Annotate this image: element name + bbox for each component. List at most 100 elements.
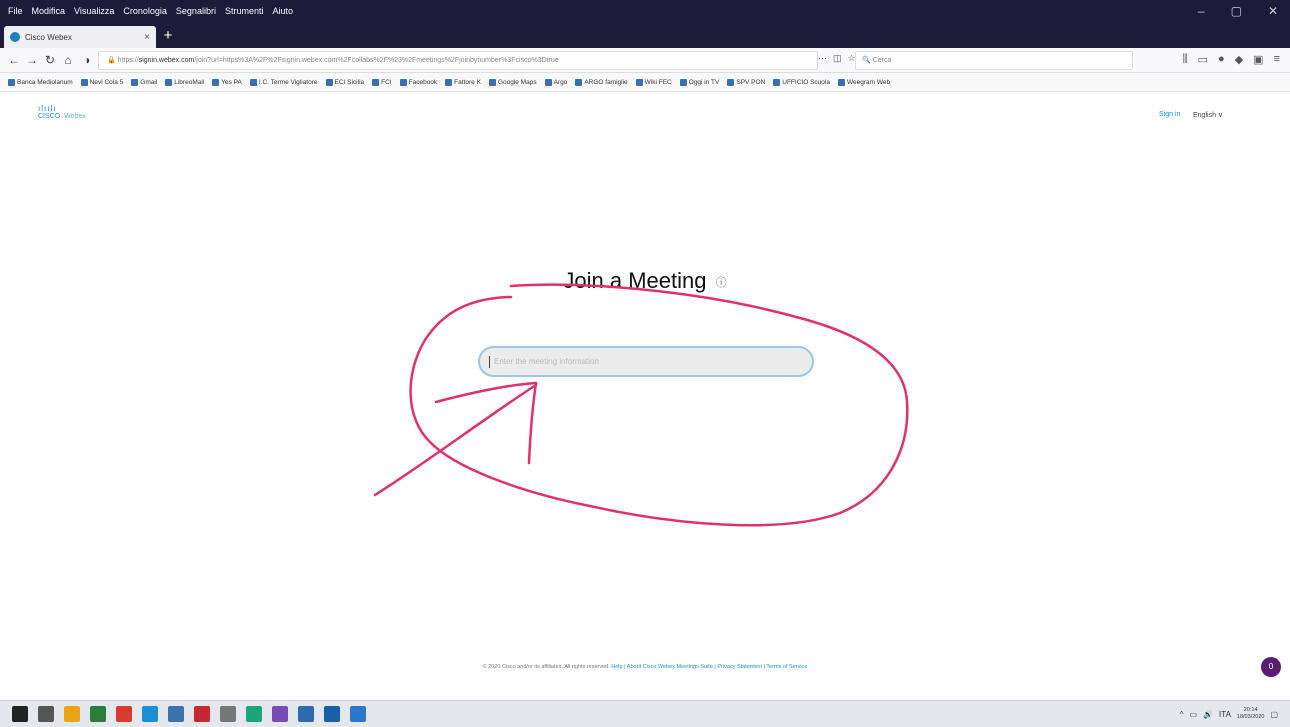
terms-link[interactable]: Terms of Service: [766, 664, 807, 670]
bookmark-item[interactable]: I.C. Terme Vigliatore: [249, 78, 318, 86]
forward-icon[interactable]: →: [24, 51, 40, 69]
extension-2-icon[interactable]: ▣: [1253, 53, 1263, 66]
reader-icon[interactable]: ▭: [1198, 53, 1208, 66]
chat-bubble-button[interactable]: 0: [1261, 657, 1281, 677]
volume-icon[interactable]: 🔊: [1203, 710, 1213, 719]
bookmark-item[interactable]: LibreoMail: [165, 78, 205, 86]
bookmark-label: Weegram Web: [846, 78, 891, 86]
bookmark-item[interactable]: Google Maps: [488, 78, 537, 86]
maximize-button[interactable]: ▢: [1231, 4, 1242, 18]
taskbar-app-icon[interactable]: [272, 706, 288, 722]
taskbar-app-icon[interactable]: [246, 706, 262, 722]
tab-title: Cisco Webex: [25, 32, 72, 42]
tray-chevron-icon[interactable]: ^: [1180, 710, 1184, 719]
cisco-webex-logo[interactable]: ılıılı CISCO Webex: [38, 104, 86, 120]
url-host: signin.webex.com: [138, 57, 195, 64]
menu-bookmarks[interactable]: Segnalibri: [176, 6, 216, 16]
bookmark-item[interactable]: Wiki FEC: [635, 78, 672, 86]
meeting-info-input[interactable]: [478, 346, 814, 377]
taskbar-app-icon[interactable]: [298, 706, 314, 722]
bookmark-label: Wiki FEC: [644, 78, 672, 86]
windows-start-icon[interactable]: [12, 706, 28, 722]
bookmark-item[interactable]: Banca Mediolanum: [8, 78, 73, 86]
about-link[interactable]: About Cisco Webex Meetings Suite: [627, 664, 713, 670]
bookmark-item[interactable]: FCI: [372, 78, 392, 86]
bookmark-item[interactable]: Argo: [544, 78, 567, 86]
account-icon[interactable]: ●: [1218, 53, 1225, 66]
bookmark-icon: [399, 78, 407, 86]
page-actions-icon[interactable]: ···: [818, 53, 827, 64]
bookmark-item[interactable]: ARGO famiglie: [575, 78, 628, 86]
bookmark-item[interactable]: Nevi Cola 5: [80, 78, 123, 86]
reload-icon[interactable]: ↻: [42, 51, 58, 69]
page-title: Join a Meeting ⓘ: [0, 268, 1290, 294]
language-selector[interactable]: English ∨: [1193, 111, 1223, 119]
menu-history[interactable]: Cronologia: [123, 6, 167, 16]
library-icon[interactable]: ⫼: [1183, 53, 1188, 66]
bookmark-item[interactable]: Gmail: [131, 78, 157, 86]
bookmark-label: ECI Sicilia: [334, 78, 365, 86]
bookmark-item[interactable]: Weegram Web: [837, 78, 891, 86]
taskbar-app-icon[interactable]: [142, 706, 158, 722]
url-path: /join?url=https%3A%2F%2Fsignin.webex.com…: [194, 57, 559, 64]
bookmarks-bar: Banca Mediolanum Nevi Cola 5 Gmail LibreoMa…: [0, 73, 1290, 92]
bookmark-item[interactable]: Oggi in TV: [679, 78, 719, 86]
chevron-down-icon: ∨: [1217, 112, 1224, 119]
taskbar-app-icon[interactable]: [90, 706, 106, 722]
home-icon[interactable]: ⌂: [60, 51, 76, 69]
bookmark-label: LibreoMail: [174, 78, 205, 86]
hamburger-menu-icon[interactable]: ≡: [1274, 53, 1280, 66]
taskbar-app-icon[interactable]: [220, 706, 236, 722]
taskbar-app-icon[interactable]: [64, 706, 80, 722]
bookmark-icon: [8, 78, 15, 86]
taskbar-app-icon[interactable]: [116, 706, 132, 722]
menu-view[interactable]: Visualizza: [74, 6, 114, 16]
taskbar-app-icon[interactable]: [324, 706, 340, 722]
clock-time: 20:14: [1243, 707, 1258, 713]
bookmark-label: I.C. Terme Vigliatore: [258, 78, 318, 86]
bookmark-icon: [372, 78, 380, 86]
clock-date: 18/03/2020: [1236, 714, 1265, 720]
menu-edit[interactable]: Modifica: [32, 6, 66, 16]
clock[interactable]: 20:14 18/03/2020: [1237, 707, 1265, 721]
privacy-link[interactable]: Privacy Statement: [717, 664, 762, 670]
menu-tools[interactable]: Strumenti: [225, 6, 264, 16]
bookmark-icon: [727, 78, 735, 86]
tab-cisco-webex[interactable]: Cisco Webex ×: [4, 26, 156, 48]
bookmark-item[interactable]: SPV PON: [727, 78, 765, 86]
bookmark-icon: [837, 78, 845, 86]
taskbar-app-icon[interactable]: [350, 706, 366, 722]
bookmark-item[interactable]: ECI Sicilia: [325, 78, 365, 86]
search-field[interactable]: 🔍 Cerca: [855, 51, 1133, 70]
menu-help[interactable]: Aiuto: [272, 6, 293, 16]
tab-close-icon[interactable]: ×: [144, 32, 150, 43]
bookmark-item[interactable]: UFFICIO Scuola: [773, 78, 830, 86]
bookmark-item[interactable]: Facebook: [399, 78, 437, 86]
minimize-button[interactable]: –: [1198, 4, 1205, 18]
pocket-icon[interactable]: ◫: [833, 53, 842, 64]
taskbar-app-icon[interactable]: [168, 706, 184, 722]
footer-copyright: © 2020 Cisco and/or its affiliates. All …: [482, 664, 610, 670]
address-bar[interactable]: 🔒 https://signin.webex.com/join?url=http…: [98, 51, 818, 70]
bookmark-item[interactable]: Yes PA: [212, 78, 242, 86]
bookmark-item[interactable]: Fattore K: [445, 78, 481, 86]
help-link[interactable]: Help: [611, 664, 622, 670]
taskbar-app-icon[interactable]: [38, 706, 54, 722]
info-icon[interactable]: ⓘ: [716, 277, 727, 289]
notifications-icon[interactable]: ▢: [1270, 710, 1278, 719]
network-icon[interactable]: ▭: [1190, 710, 1198, 719]
extension-icon[interactable]: ◆: [1235, 53, 1243, 66]
bookmark-label: UFFICIO Scuola: [782, 78, 830, 86]
new-tab-button[interactable]: +: [160, 28, 176, 44]
bookmark-label: Yes PA: [221, 78, 242, 86]
menu-file[interactable]: File: [8, 6, 23, 16]
sign-in-link[interactable]: Sign in: [1159, 111, 1180, 118]
back-icon[interactable]: ←: [6, 51, 22, 69]
bookmark-icon: [131, 78, 139, 86]
system-tray: ^ ▭ 🔊 ITA 20:14 18/03/2020 ▢: [1180, 707, 1278, 721]
close-window-button[interactable]: ✕: [1268, 4, 1278, 18]
taskbar-app-icon[interactable]: [194, 706, 210, 722]
bookmark-icon: [212, 78, 220, 86]
menu-list: File Modifica Visualizza Cronologia Segn…: [8, 6, 293, 16]
language-indicator[interactable]: ITA: [1219, 710, 1231, 719]
